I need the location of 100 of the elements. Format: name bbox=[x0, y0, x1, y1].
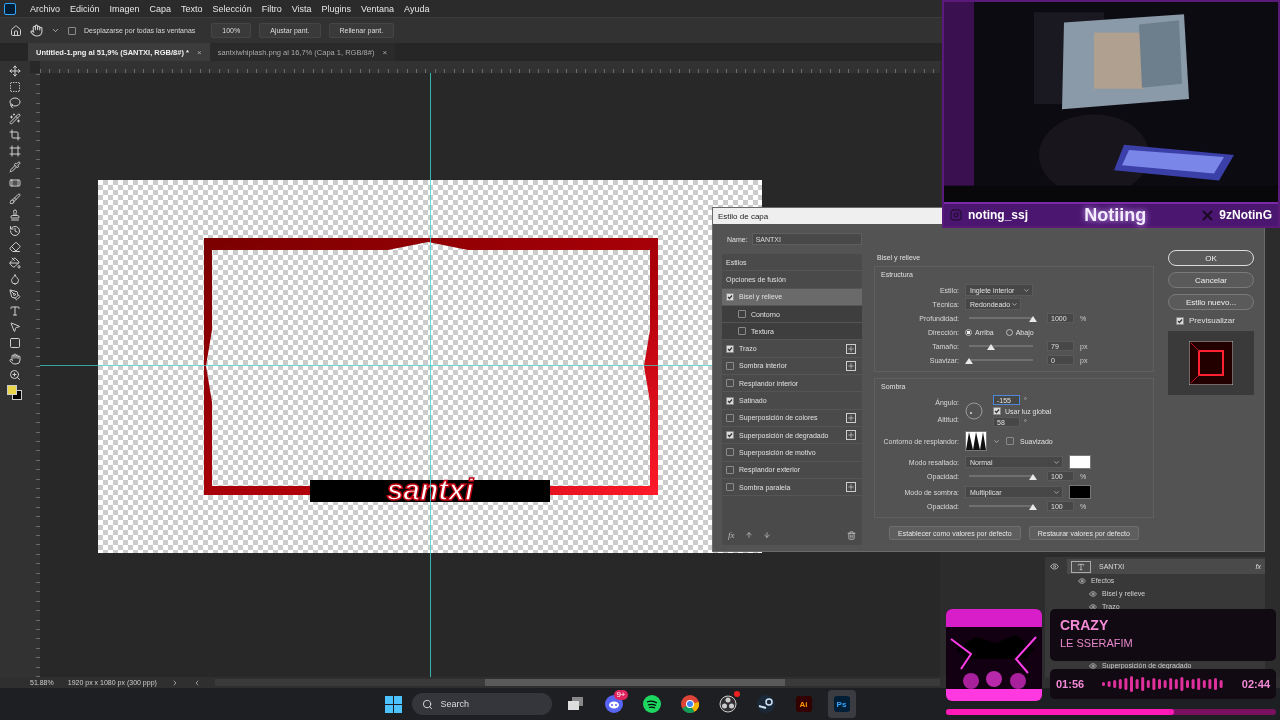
menu-item[interactable]: Archivo bbox=[30, 3, 60, 14]
hand-icon[interactable] bbox=[30, 24, 43, 37]
taskbar-app[interactable]: Ai bbox=[789, 690, 818, 718]
chevron-down-icon[interactable] bbox=[993, 437, 1000, 445]
highlight-color-swatch[interactable] bbox=[1069, 455, 1091, 469]
taskbar-app[interactable]: 9+ bbox=[599, 690, 628, 718]
pen-icon[interactable] bbox=[9, 289, 21, 301]
dialog-button[interactable]: OK bbox=[1168, 250, 1254, 266]
checkbox[interactable] bbox=[726, 361, 734, 370]
move-icon[interactable] bbox=[9, 65, 21, 77]
close-icon[interactable]: × bbox=[382, 47, 388, 57]
checkbox[interactable] bbox=[726, 379, 734, 388]
checkbox[interactable] bbox=[1176, 316, 1184, 325]
slider-thumb[interactable] bbox=[987, 344, 996, 350]
marquee-icon[interactable] bbox=[9, 81, 21, 93]
elapsed-time: 01:56 bbox=[1056, 678, 1085, 690]
checkbox[interactable] bbox=[68, 26, 76, 35]
menu-item[interactable]: Filtro bbox=[261, 3, 282, 14]
menu-item[interactable]: Plugins bbox=[321, 3, 352, 14]
close-icon[interactable]: × bbox=[196, 47, 202, 57]
checkbox[interactable] bbox=[738, 327, 746, 336]
checkbox[interactable] bbox=[726, 344, 734, 353]
menu-item[interactable]: Capa bbox=[149, 3, 172, 14]
search-field[interactable]: Search bbox=[411, 693, 552, 715]
rectangle-icon[interactable] bbox=[9, 337, 21, 349]
trash-icon[interactable] bbox=[847, 530, 856, 540]
arrow-down-icon[interactable] bbox=[762, 531, 771, 539]
hand-icon[interactable] bbox=[9, 353, 21, 365]
checkbox[interactable] bbox=[726, 465, 734, 474]
illustrator-icon: Ai bbox=[795, 696, 812, 712]
eye-icon[interactable] bbox=[1078, 576, 1086, 585]
checkbox[interactable] bbox=[726, 396, 734, 405]
zoom-icon[interactable] bbox=[9, 369, 21, 381]
menu-item[interactable]: Ayuda bbox=[404, 3, 430, 14]
history-brush-icon[interactable] bbox=[9, 225, 21, 237]
eye-icon[interactable] bbox=[1050, 562, 1059, 571]
frame-icon[interactable] bbox=[9, 145, 21, 157]
checkbox[interactable] bbox=[726, 431, 734, 440]
lasso-icon[interactable] bbox=[9, 97, 21, 109]
color-swatches[interactable] bbox=[7, 385, 23, 401]
checkbox[interactable] bbox=[993, 407, 1001, 415]
fx-icon[interactable]: fx bbox=[728, 530, 735, 540]
record-app-icon bbox=[718, 695, 737, 713]
menu-item[interactable]: Selección bbox=[212, 3, 252, 14]
brush-icon[interactable] bbox=[9, 193, 21, 205]
bandage-icon[interactable] bbox=[9, 177, 21, 189]
dialog-button[interactable]: Estilo nuevo... bbox=[1168, 294, 1254, 310]
menu-item[interactable]: Vista bbox=[291, 3, 312, 14]
eye-icon[interactable] bbox=[1089, 602, 1097, 611]
arrow-up-icon[interactable] bbox=[744, 531, 753, 539]
notification-badge: 9+ bbox=[614, 690, 628, 700]
add-icon[interactable] bbox=[846, 360, 856, 371]
taskbar-app[interactable]: Ps bbox=[827, 690, 856, 718]
notification-dot bbox=[733, 691, 740, 697]
menu-item[interactable]: Edición bbox=[70, 3, 100, 14]
add-icon[interactable] bbox=[846, 343, 856, 354]
photoshop-icon: Ps bbox=[833, 696, 850, 712]
chevron-down-icon bbox=[1053, 488, 1060, 496]
paint-bucket-icon[interactable] bbox=[9, 257, 21, 269]
checkbox[interactable] bbox=[1006, 437, 1014, 445]
instagram-icon bbox=[950, 209, 962, 221]
scrollbar-thumb[interactable] bbox=[484, 679, 785, 686]
eye-icon[interactable] bbox=[1089, 589, 1097, 598]
stamp-icon[interactable] bbox=[9, 209, 21, 221]
checkbox[interactable] bbox=[726, 483, 734, 491]
slider-thumb[interactable] bbox=[1029, 316, 1037, 322]
text-layer-icon bbox=[1071, 560, 1091, 573]
slider-thumb[interactable] bbox=[1029, 504, 1037, 510]
home-icon[interactable] bbox=[10, 24, 22, 37]
add-icon[interactable] bbox=[846, 412, 856, 423]
checkbox[interactable] bbox=[726, 292, 734, 301]
checkbox-label: Previsualizar bbox=[1189, 316, 1235, 325]
menu-item[interactable]: Texto bbox=[181, 3, 203, 14]
angle-dial[interactable] bbox=[965, 402, 983, 420]
type-icon[interactable] bbox=[9, 305, 21, 317]
eraser-icon[interactable] bbox=[9, 241, 21, 253]
windows-icon[interactable] bbox=[384, 695, 402, 713]
checkbox[interactable] bbox=[726, 448, 734, 457]
menu-item[interactable]: Imagen bbox=[109, 3, 140, 14]
selection-arrow-icon[interactable] bbox=[9, 321, 21, 333]
eyedropper-icon[interactable] bbox=[9, 161, 21, 173]
menu-item[interactable]: Ventana bbox=[361, 3, 395, 14]
checkbox[interactable] bbox=[726, 413, 734, 422]
slider-thumb[interactable] bbox=[965, 358, 973, 364]
radio-button[interactable] bbox=[965, 328, 972, 336]
add-icon[interactable] bbox=[846, 482, 856, 492]
shadow-color-swatch[interactable] bbox=[1069, 485, 1091, 499]
contour-picker[interactable] bbox=[965, 431, 987, 451]
chevron-down-icon[interactable] bbox=[51, 26, 60, 35]
add-icon[interactable] bbox=[846, 430, 856, 441]
checkbox[interactable] bbox=[738, 310, 746, 319]
eye-icon[interactable] bbox=[1089, 661, 1097, 670]
blur-icon[interactable] bbox=[9, 273, 21, 285]
magic-wand-icon[interactable] bbox=[9, 113, 21, 125]
dialog-button[interactable]: Cancelar bbox=[1168, 272, 1254, 288]
x-logo-icon bbox=[1202, 209, 1214, 221]
slider-thumb[interactable] bbox=[1029, 474, 1037, 480]
crop-icon[interactable] bbox=[9, 129, 21, 141]
app-logo[interactable] bbox=[4, 2, 16, 15]
track-title: CRAZY bbox=[1060, 617, 1110, 633]
